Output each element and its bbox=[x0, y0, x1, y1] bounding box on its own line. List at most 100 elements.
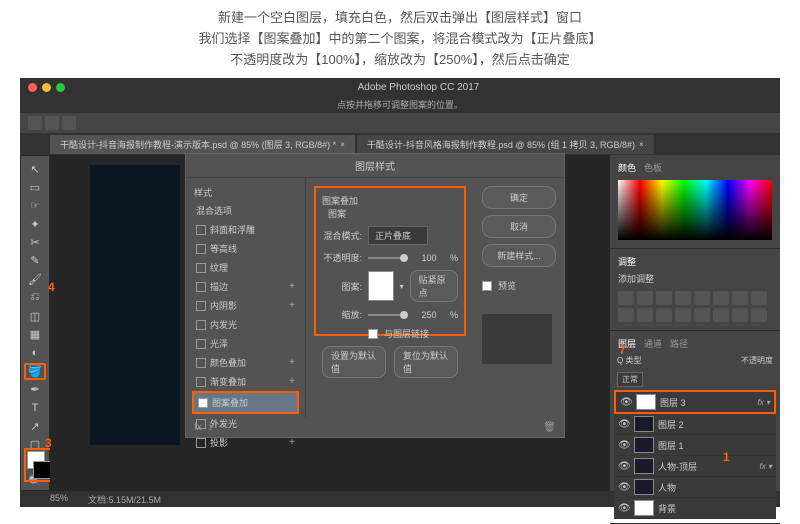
new-style-button[interactable]: 新建样式... bbox=[482, 244, 556, 267]
blend-mode-select[interactable]: 正片叠底 bbox=[368, 226, 428, 245]
adjustment-icon[interactable] bbox=[637, 308, 653, 322]
layer-thumbnail[interactable] bbox=[634, 500, 654, 516]
close-window-button[interactable] bbox=[28, 83, 37, 92]
style-item-satin[interactable]: 光泽 bbox=[192, 334, 299, 353]
checkbox-icon[interactable] bbox=[196, 438, 206, 448]
adjustments-tab[interactable]: 调整 bbox=[618, 255, 636, 268]
color-picker[interactable] bbox=[618, 180, 772, 240]
pattern-picker[interactable] bbox=[368, 271, 394, 301]
background-color[interactable] bbox=[33, 461, 51, 479]
add-icon[interactable]: + bbox=[289, 300, 295, 311]
channels-tab[interactable]: 通道 bbox=[644, 337, 662, 350]
trash-icon[interactable]: 🗑 bbox=[543, 422, 556, 433]
style-item-drop-shadow[interactable]: 投影+ bbox=[192, 433, 299, 452]
document-canvas[interactable] bbox=[90, 165, 180, 445]
layer-row[interactable]: 👁 图层 3 fx ▾ bbox=[614, 390, 776, 414]
adjustment-icon[interactable] bbox=[732, 291, 748, 305]
scale-value[interactable]: 250 bbox=[414, 310, 444, 320]
option-button[interactable] bbox=[45, 116, 59, 130]
scale-slider[interactable] bbox=[368, 314, 408, 316]
reset-default-button[interactable]: 复位为默认值 bbox=[394, 346, 458, 378]
fx-icon[interactable]: fx bbox=[194, 422, 202, 433]
make-default-button[interactable]: 设置为默认值 bbox=[322, 346, 386, 378]
adjustment-icon[interactable] bbox=[656, 291, 672, 305]
checkbox-icon[interactable] bbox=[196, 377, 206, 387]
add-icon[interactable]: + bbox=[289, 357, 295, 368]
fx-badge[interactable]: fx ▾ bbox=[760, 462, 772, 471]
paths-tab[interactable]: 路径 bbox=[670, 337, 688, 350]
layer-thumbnail[interactable] bbox=[634, 437, 654, 453]
path-tool[interactable]: ↗ bbox=[24, 418, 46, 435]
style-item-inner-glow[interactable]: 内发光 bbox=[192, 315, 299, 334]
brush-tool[interactable]: 🖌 bbox=[24, 271, 46, 288]
visibility-icon[interactable]: 👁 bbox=[620, 397, 632, 408]
checkbox-icon[interactable] bbox=[196, 244, 206, 254]
visibility-icon[interactable]: 👁 bbox=[618, 440, 630, 451]
up-down-icon[interactable]: ↕ bbox=[208, 422, 213, 433]
pen-tool[interactable]: ✒ bbox=[24, 381, 46, 398]
wand-tool[interactable]: ✦ bbox=[24, 216, 46, 233]
adjustment-icon[interactable] bbox=[694, 308, 710, 322]
layer-row[interactable]: 👁 图层 2 bbox=[614, 414, 776, 435]
style-item-color-overlay[interactable]: 颜色叠加+ bbox=[192, 353, 299, 372]
link-checkbox[interactable] bbox=[368, 329, 378, 339]
snap-origin-button[interactable]: 贴紧原点 bbox=[410, 270, 458, 302]
style-item-bevel[interactable]: 斜面和浮雕 bbox=[192, 220, 299, 239]
visibility-icon[interactable]: 👁 bbox=[618, 461, 630, 472]
layer-row[interactable]: 👁 图层 1 bbox=[614, 435, 776, 456]
checkbox-icon[interactable] bbox=[196, 358, 206, 368]
adjustment-icon[interactable] bbox=[637, 291, 653, 305]
lasso-tool[interactable]: ☞ bbox=[24, 197, 46, 214]
marquee-tool[interactable]: ▭ bbox=[24, 179, 46, 196]
zoom-level[interactable]: 85% bbox=[50, 493, 68, 505]
close-tab-icon[interactable]: × bbox=[340, 140, 345, 149]
gradient-tool[interactable]: ▦ bbox=[24, 326, 46, 343]
option-button[interactable] bbox=[28, 116, 42, 130]
move-tool[interactable]: ↖ bbox=[24, 160, 46, 177]
style-item-gradient-overlay[interactable]: 渐变叠加+ bbox=[192, 372, 299, 391]
adjustment-icon[interactable] bbox=[694, 291, 710, 305]
blur-tool[interactable]: ◐ bbox=[24, 344, 46, 361]
opacity-slider[interactable] bbox=[368, 257, 408, 259]
blending-options-item[interactable]: 混合选项 bbox=[192, 201, 299, 220]
option-button[interactable] bbox=[62, 116, 76, 130]
close-tab-icon[interactable]: × bbox=[639, 140, 644, 149]
fx-badge[interactable]: fx ▾ bbox=[758, 398, 770, 407]
bucket-tool[interactable]: 🪣 bbox=[24, 363, 46, 381]
add-icon[interactable]: + bbox=[289, 281, 295, 292]
crop-tool[interactable]: ✂ bbox=[24, 234, 46, 251]
adjustment-icon[interactable] bbox=[732, 308, 748, 322]
blend-mode-select[interactable]: 正常 bbox=[617, 372, 643, 387]
checkbox-icon[interactable] bbox=[196, 320, 206, 330]
eyedropper-tool[interactable]: ✎ bbox=[24, 252, 46, 269]
checkbox-icon[interactable] bbox=[198, 398, 208, 408]
checkbox-icon[interactable] bbox=[196, 339, 206, 349]
stamp-tool[interactable]: ⎌ bbox=[24, 289, 46, 306]
adjustment-icon[interactable] bbox=[713, 291, 729, 305]
add-icon[interactable]: + bbox=[289, 376, 295, 387]
visibility-icon[interactable]: 👁 bbox=[618, 482, 630, 493]
layer-thumbnail[interactable] bbox=[634, 458, 654, 474]
checkbox-icon[interactable] bbox=[196, 282, 206, 292]
layer-thumbnail[interactable] bbox=[636, 394, 656, 410]
ok-button[interactable]: 确定 bbox=[482, 186, 556, 209]
maximize-window-button[interactable] bbox=[56, 83, 65, 92]
style-item-pattern-overlay[interactable]: 图案叠加 bbox=[192, 391, 299, 414]
layer-row[interactable]: 👁 人物 bbox=[614, 477, 776, 498]
adjustment-icon[interactable] bbox=[713, 308, 729, 322]
checkbox-icon[interactable] bbox=[196, 301, 206, 311]
adjustment-icon[interactable] bbox=[618, 308, 634, 322]
layer-thumbnail[interactable] bbox=[634, 416, 654, 432]
swatches-tab[interactable]: 色板 bbox=[644, 161, 662, 174]
cancel-button[interactable]: 取消 bbox=[482, 215, 556, 238]
adjustment-icon[interactable] bbox=[675, 291, 691, 305]
layer-row[interactable]: 👁 背景 bbox=[614, 498, 776, 519]
adjustment-icon[interactable] bbox=[751, 291, 767, 305]
opacity-value[interactable]: 100 bbox=[414, 253, 444, 263]
adjustment-icon[interactable] bbox=[618, 291, 634, 305]
adjustment-icon[interactable] bbox=[656, 308, 672, 322]
checkbox-icon[interactable] bbox=[196, 225, 206, 235]
document-tab[interactable]: 干酷设计-抖音海报制作教程-演示版本.psd @ 85% (图层 3, RGB/… bbox=[50, 135, 355, 154]
minimize-window-button[interactable] bbox=[42, 83, 51, 92]
adjustment-icon[interactable] bbox=[675, 308, 691, 322]
